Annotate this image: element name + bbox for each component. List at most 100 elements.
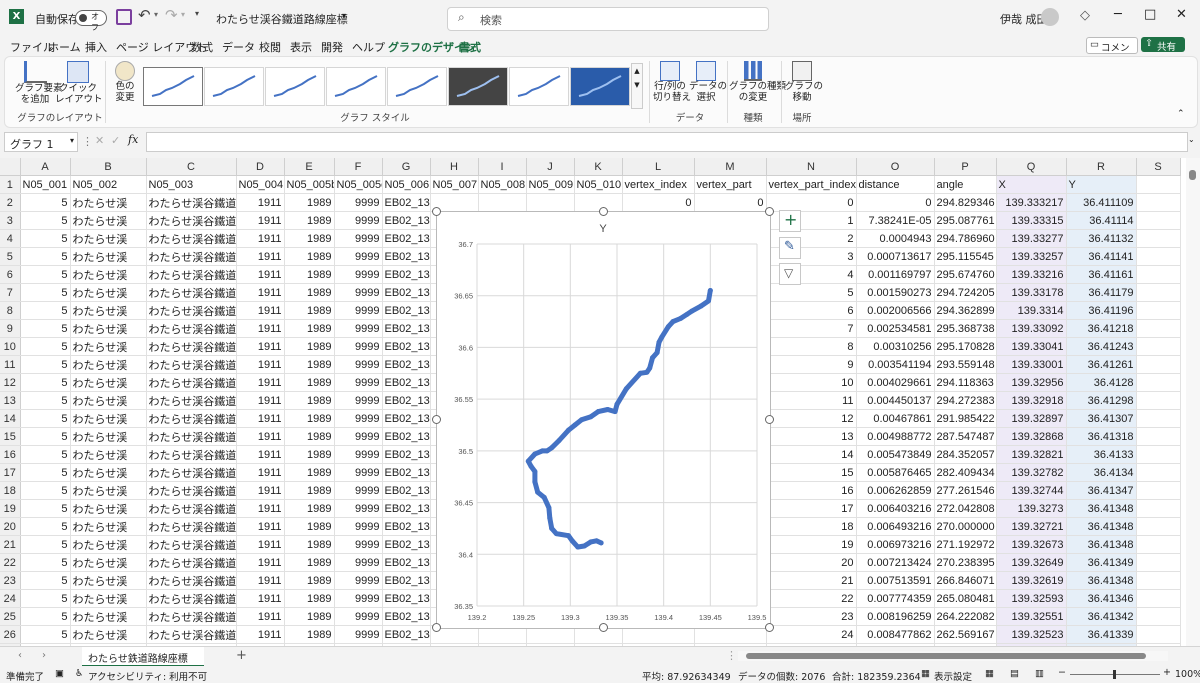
cell-s[interactable]: [1136, 229, 1181, 248]
zoom-out-icon[interactable]: −: [1058, 667, 1066, 678]
cell-g[interactable]: EB02_1351: [382, 229, 431, 248]
chart-style-thumbnail[interactable]: [509, 67, 569, 106]
cell-b[interactable]: わたらせ渓: [70, 589, 147, 608]
cell-s[interactable]: [1136, 517, 1181, 536]
gallery-scroll[interactable]: ▲ ▼: [631, 63, 643, 109]
cell-d[interactable]: 1911: [236, 589, 285, 608]
chart-resize-handle-top[interactable]: [599, 207, 608, 216]
cell-o[interactable]: 0.001169797: [856, 265, 935, 284]
cell-a[interactable]: 5: [20, 193, 71, 212]
cell-e[interactable]: 1989: [284, 301, 335, 320]
cell-g[interactable]: EB02_13510: [382, 193, 431, 212]
cell-c[interactable]: わたらせ渓谷鐵道: [146, 319, 237, 338]
cell-e[interactable]: 1989: [284, 373, 335, 392]
cell-o[interactable]: 0: [856, 193, 935, 212]
cell-g[interactable]: EB02_1351: [382, 625, 431, 644]
maximize-icon[interactable]: □: [1144, 7, 1156, 22]
cell-n[interactable]: 13: [766, 427, 857, 446]
cell-b[interactable]: わたらせ渓: [70, 391, 147, 410]
cell-e[interactable]: 1989: [284, 535, 335, 554]
cell-s[interactable]: [1136, 463, 1181, 482]
cell-x[interactable]: 139.32956: [996, 373, 1067, 392]
zoom-in-icon[interactable]: +: [1163, 667, 1171, 678]
cell-x[interactable]: 139.32782: [996, 463, 1067, 482]
cell-n[interactable]: 24: [766, 625, 857, 644]
column-header[interactable]: J: [526, 158, 575, 176]
move-chart-button[interactable]: グラフの 移動: [785, 61, 823, 103]
cell-f[interactable]: 9999: [334, 229, 383, 248]
cell-m[interactable]: 0: [694, 193, 767, 212]
cell-s[interactable]: [1136, 283, 1181, 302]
cell-d[interactable]: 1911: [236, 301, 285, 320]
chart-style-thumbnail[interactable]: [326, 67, 386, 106]
cell-p[interactable]: 291.985422: [934, 409, 997, 428]
tab-splitter-icon[interactable]: ⋮: [726, 649, 737, 662]
cell-p[interactable]: 271.192972: [934, 535, 997, 554]
change-chart-type-button[interactable]: グラフの種類 の変更: [729, 61, 786, 103]
row-header[interactable]: 18: [0, 481, 21, 500]
cell-x[interactable]: 139.32744: [996, 481, 1067, 500]
cell-g[interactable]: EB02_1351: [382, 535, 431, 554]
cell-f[interactable]: 9999: [334, 409, 383, 428]
cell-p[interactable]: 272.042808: [934, 499, 997, 518]
cell-c[interactable]: わたらせ渓谷鐵道: [146, 355, 237, 374]
tab-insert[interactable]: 挿入: [85, 39, 107, 55]
cell-p[interactable]: 295.368738: [934, 319, 997, 338]
cell-y[interactable]: 36.411109: [1066, 193, 1137, 212]
cell-d[interactable]: 1911: [236, 337, 285, 356]
cell-e[interactable]: 1989: [284, 481, 335, 500]
cell-b[interactable]: わたらせ渓: [70, 463, 147, 482]
row-header[interactable]: 17: [0, 463, 21, 482]
row-header[interactable]: 21: [0, 535, 21, 554]
chart-style-thumbnail[interactable]: [448, 67, 508, 106]
cell-f[interactable]: 9999: [334, 553, 383, 572]
cell-x[interactable]: 139.32721: [996, 517, 1067, 536]
cell-n[interactable]: 0: [766, 193, 857, 212]
cell-d[interactable]: 1911: [236, 463, 285, 482]
cell-empty[interactable]: [574, 193, 623, 212]
chart-object[interactable]: Y 139.2 139.25 139.3 139.35 139.4 139.45 139.5 3…: [436, 211, 771, 629]
cell-y[interactable]: 36.41307: [1066, 409, 1137, 428]
expand-formula-icon[interactable]: ⌄: [1188, 135, 1195, 144]
cell-e[interactable]: 1989: [284, 265, 335, 284]
cell-d[interactable]: 1911: [236, 517, 285, 536]
cell-b[interactable]: わたらせ渓: [70, 571, 147, 590]
cell-y[interactable]: 36.41243: [1066, 337, 1137, 356]
cell-n[interactable]: 5: [766, 283, 857, 302]
cell-c[interactable]: わたらせ渓谷鐵道: [146, 517, 237, 536]
cell-d[interactable]: 1911: [236, 427, 285, 446]
cell-empty[interactable]: [526, 193, 575, 212]
cell-b[interactable]: わたらせ渓: [70, 427, 147, 446]
cell-a[interactable]: 5: [20, 211, 71, 230]
cell-g[interactable]: EB02_1351: [382, 481, 431, 500]
cell-n[interactable]: 19: [766, 535, 857, 554]
comment-button[interactable]: ▭ コメント: [1086, 37, 1138, 68]
tab-view[interactable]: 表示: [290, 39, 312, 55]
column-header[interactable]: F: [334, 158, 383, 176]
cell-b[interactable]: わたらせ渓: [70, 517, 147, 536]
cell-p[interactable]: 262.569167: [934, 625, 997, 644]
minimize-icon[interactable]: ─: [1114, 7, 1122, 22]
page-break-view-icon[interactable]: ▥: [1035, 668, 1044, 679]
tab-developer[interactable]: 開発: [321, 39, 343, 55]
chart-style-thumbnail[interactable]: [265, 67, 325, 106]
cell-x[interactable]: 139.333217: [996, 193, 1067, 212]
cell-o[interactable]: 0.004988772: [856, 427, 935, 446]
cell-x[interactable]: 139.32821: [996, 445, 1067, 464]
cell-o[interactable]: 0.004450137: [856, 391, 935, 410]
file-name-chevron-icon[interactable]: ▾: [342, 11, 346, 20]
cell-d[interactable]: 1911: [236, 409, 285, 428]
cell-e[interactable]: 1989: [284, 589, 335, 608]
vertical-scroll-thumb[interactable]: [1189, 170, 1196, 180]
cell-o[interactable]: 0.007774359: [856, 589, 935, 608]
cell-d[interactable]: 1911: [236, 553, 285, 572]
cell-o[interactable]: 0.006493216: [856, 517, 935, 536]
cell-d[interactable]: 1911: [236, 193, 285, 212]
cell-x[interactable]: 139.3273: [996, 499, 1067, 518]
cell-d[interactable]: 1911: [236, 283, 285, 302]
cell-f[interactable]: 9999: [334, 427, 383, 446]
cell-d[interactable]: 1911: [236, 499, 285, 518]
cell-s[interactable]: [1136, 391, 1181, 410]
cell-p[interactable]: 264.222082: [934, 607, 997, 626]
cell-o[interactable]: 0.001590273: [856, 283, 935, 302]
